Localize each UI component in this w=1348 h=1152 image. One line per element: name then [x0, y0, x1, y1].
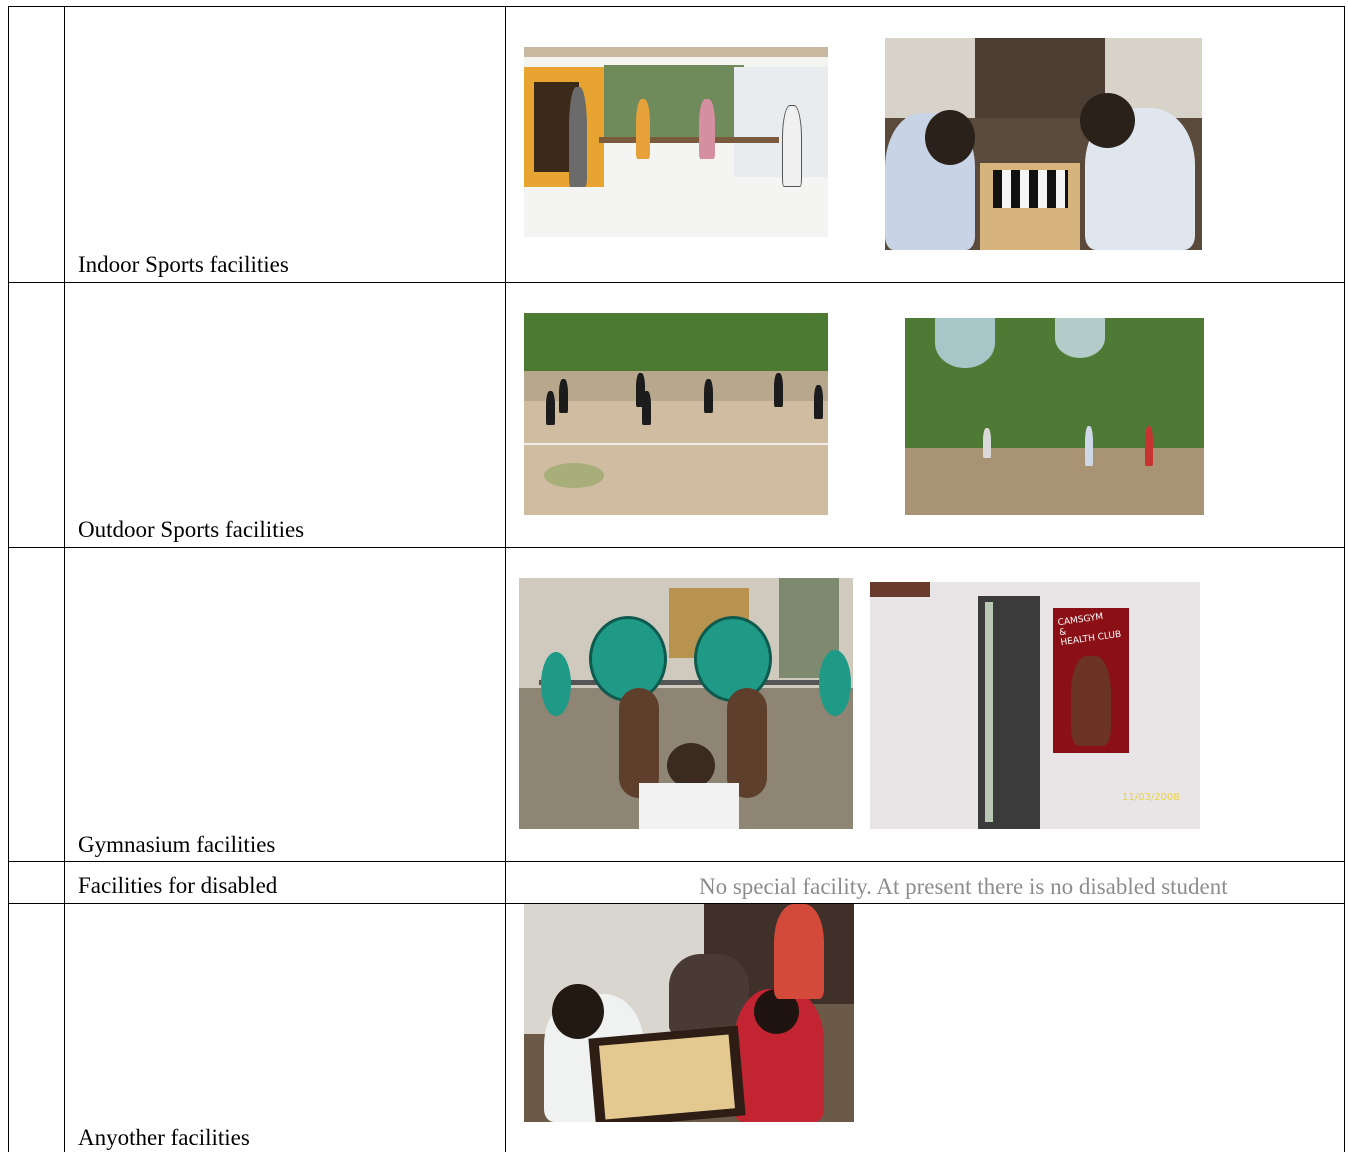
gym-entrance-photo: CAMSGYM & HEALTH CLUB 11/03/2008	[870, 582, 1200, 829]
table-border-right	[1344, 6, 1345, 1152]
row-divider	[8, 547, 1345, 548]
row-divider	[8, 282, 1345, 283]
disabled-facility-note: No special facility. At present there is…	[699, 874, 1228, 899]
column-divider	[64, 6, 65, 1152]
poster-title: CAMSGYM & HEALTH CLUB	[1057, 612, 1122, 649]
row-label-other: Anyother facilities	[78, 1125, 250, 1150]
table-tennis-photo	[524, 47, 828, 237]
chess-photo	[885, 38, 1202, 250]
carrom-photo	[524, 904, 854, 1122]
row-label-gymnasium: Gymnasium facilities	[78, 832, 276, 857]
table-border-left	[8, 6, 9, 1152]
weightlifting-photo	[519, 578, 853, 829]
photo-date: 11/03/2008	[1122, 792, 1180, 803]
column-divider	[505, 6, 506, 1152]
row-label-disabled: Facilities for disabled	[78, 873, 278, 898]
table-border-top	[8, 6, 1345, 7]
row-label-outdoor: Outdoor Sports facilities	[78, 517, 305, 542]
row-label-indoor: Indoor Sports facilities	[78, 252, 289, 277]
cricket-ground-photo	[905, 318, 1204, 515]
row-divider	[8, 861, 1345, 862]
volleyball-ground-photo	[524, 313, 828, 515]
